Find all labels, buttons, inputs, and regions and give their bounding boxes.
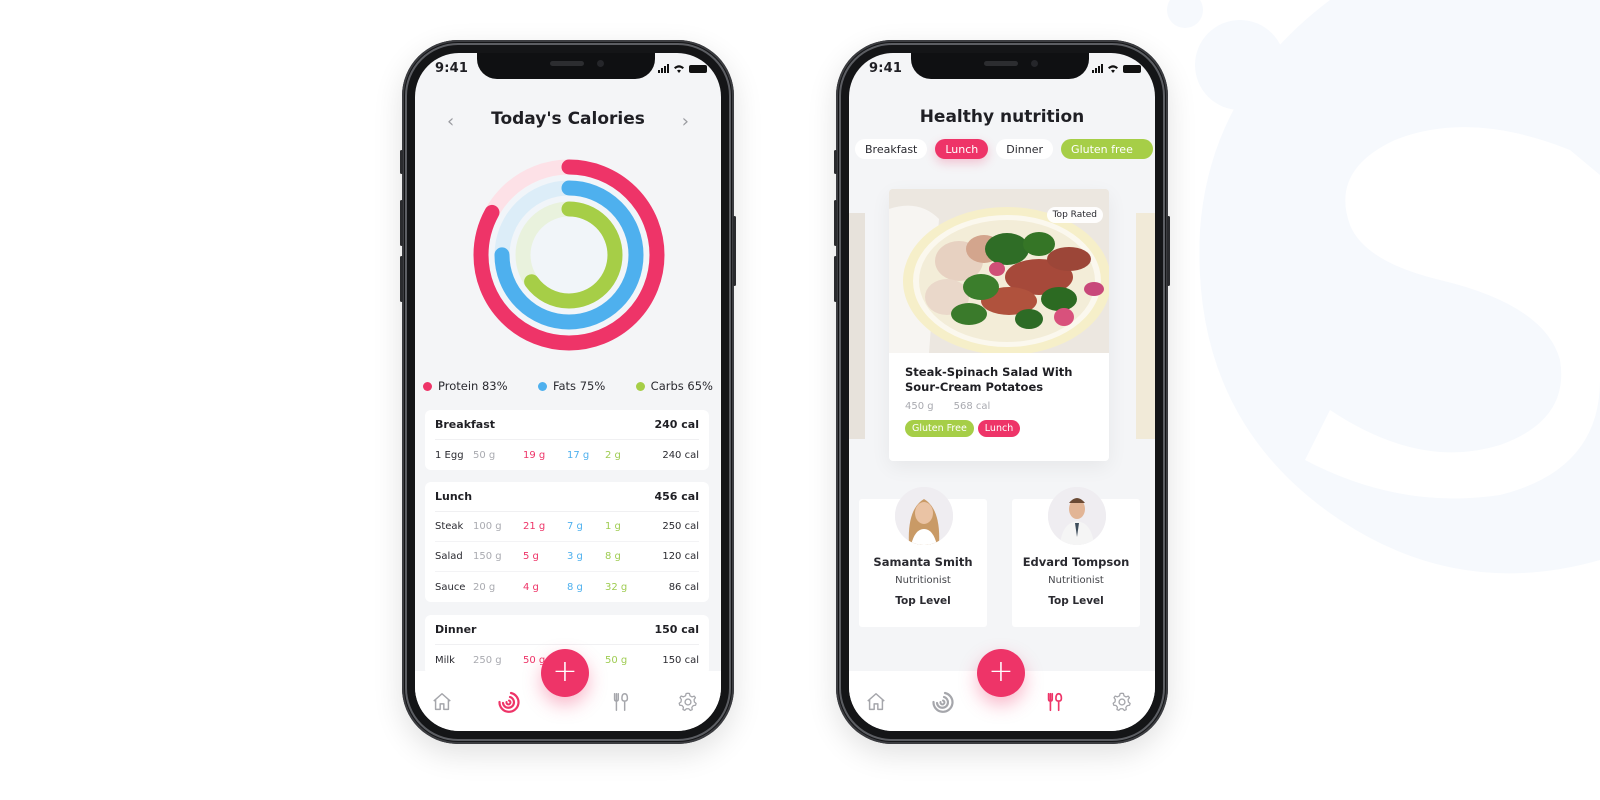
recipe-card-next[interactable]: [1136, 213, 1155, 439]
tag-gluten-free[interactable]: Gluten Free: [905, 420, 974, 437]
tag-lunch[interactable]: Lunch: [977, 420, 1021, 437]
recipe-title: Steak-Spinach Salad With Sour-Cream Pota…: [905, 365, 1073, 394]
avatar: [895, 487, 953, 545]
phone-calories: 9:41 ‹ Today's Calories › Protein 83% Fa…: [400, 40, 736, 744]
food-row[interactable]: 1 Egg 50 g 19 g 17 g 2 g 240 cal: [435, 440, 699, 470]
home-icon: [867, 693, 885, 711]
tab-progress[interactable]: [495, 689, 521, 715]
tab-settings[interactable]: [1109, 689, 1135, 715]
tab-settings[interactable]: [675, 689, 701, 715]
plus-icon: +: [988, 653, 1014, 689]
phone-nutrition: 9:41 Healthy nutrition Breakfast Lunch D…: [834, 40, 1170, 744]
chip-breakfast[interactable]: Breakfast: [855, 139, 928, 159]
recipe-image: Top Rated: [889, 189, 1109, 353]
recipe-card[interactable]: Top Rated Steak-Spinach Salad With Sour-…: [889, 189, 1109, 461]
chip-dinner[interactable]: Dinner: [996, 139, 1054, 159]
progress-icon: [498, 691, 520, 713]
cutlery-icon: [1047, 692, 1063, 712]
rings-background: [489, 175, 649, 335]
meal-name: Breakfast: [435, 418, 496, 431]
chevron-right-icon[interactable]: ›: [682, 111, 689, 132]
tab-recipes[interactable]: [608, 689, 634, 715]
food-row[interactable]: Sauce 20 g 4 g 8 g 32 g 86 cal: [435, 572, 699, 602]
page-title: Healthy nutrition: [919, 107, 1085, 127]
meal-total: 150 cal: [654, 623, 699, 636]
status-time: 9:41: [435, 61, 469, 76]
avatar: [1048, 487, 1106, 545]
nutritionist-card[interactable]: Samanta Smith Nutritionist Top Level: [859, 487, 987, 627]
nutritionist-name: Edvard Tompson: [1022, 555, 1130, 569]
food-row[interactable]: Steak 100 g 21 g 7 g 1 g 250 cal: [435, 512, 699, 542]
status-bar: 9:41: [415, 61, 721, 81]
nutrition-screen: 9:41 Healthy nutrition Breakfast Lunch D…: [849, 53, 1155, 731]
nutritionist-level: Top Level: [1048, 595, 1104, 607]
tab-home[interactable]: [863, 689, 889, 715]
home-icon: [433, 693, 451, 711]
add-button[interactable]: +: [541, 649, 589, 697]
signal-icon: [658, 64, 669, 73]
legend-fats: Fats 75%: [537, 379, 605, 393]
meal-name: Lunch: [435, 490, 473, 503]
wifi-icon: [1108, 65, 1118, 73]
wifi-icon: [674, 65, 684, 73]
protein-dot-icon: [423, 381, 432, 391]
status-bar: 9:41: [849, 61, 1155, 81]
calories-screen: 9:41 ‹ Today's Calories › Protein 83% Fa…: [415, 53, 721, 731]
food-row[interactable]: Salad 150 g 5 g 3 g 8 g 120 cal: [435, 542, 699, 572]
chip-gluten-free[interactable]: Gluten free: [1061, 139, 1153, 159]
meal-card-breakfast[interactable]: Breakfast 240 cal 1 Egg 50 g 19 g 17 g 2 …: [425, 410, 709, 470]
battery-icon: [1123, 64, 1141, 73]
cutlery-icon: [613, 693, 629, 711]
nutritionist-role: Nutritionist: [895, 575, 951, 586]
tab-progress[interactable]: [929, 689, 955, 715]
nutritionist-role: Nutritionist: [1048, 575, 1104, 586]
fats-dot-icon: [537, 381, 547, 391]
page-title: Today's Calories: [491, 109, 645, 129]
progress-icon: [932, 691, 954, 713]
add-button[interactable]: +: [977, 649, 1025, 697]
nutritionist-level: Top Level: [895, 595, 951, 607]
tab-recipes[interactable]: [1042, 689, 1068, 715]
nutritionist-name: Samanta Smith: [873, 555, 973, 569]
nutritionist-card[interactable]: Edvard Tompson Nutritionist Top Level: [1012, 487, 1140, 627]
meal-name: Dinner: [435, 623, 477, 636]
battery-icon: [689, 64, 707, 73]
meal-total: 240 cal: [654, 418, 699, 431]
recipe-calories: 568 cal: [953, 401, 991, 412]
macro-legend: Protein 83% Fats 75% Carbs 65%: [423, 379, 713, 393]
settings-icon: [678, 692, 697, 712]
filter-chips: Breakfast Lunch Dinner Gluten free: [855, 139, 1153, 159]
meal-total: 456 cal: [654, 490, 699, 503]
background-logo: [1167, 0, 1600, 574]
macro-rings-chart: [459, 145, 679, 365]
signal-icon: [1092, 64, 1103, 73]
legend-carbs: Carbs 65%: [635, 379, 713, 393]
legend-protein: Protein 83%: [423, 379, 508, 393]
chip-lunch[interactable]: Lunch: [935, 139, 989, 159]
top-rated-badge: Top Rated: [1046, 207, 1103, 223]
tab-home[interactable]: [429, 689, 455, 715]
settings-icon: [1112, 692, 1131, 712]
status-time: 9:41: [869, 61, 903, 76]
plus-icon: +: [552, 653, 578, 689]
recipe-weight: 450 g: [905, 401, 934, 412]
carbs-dot-icon: [635, 381, 645, 391]
meal-card-lunch[interactable]: Lunch 456 cal Steak 100 g 21 g 7 g 1 g 25…: [425, 482, 709, 602]
recipe-card-prev[interactable]: [849, 213, 865, 439]
